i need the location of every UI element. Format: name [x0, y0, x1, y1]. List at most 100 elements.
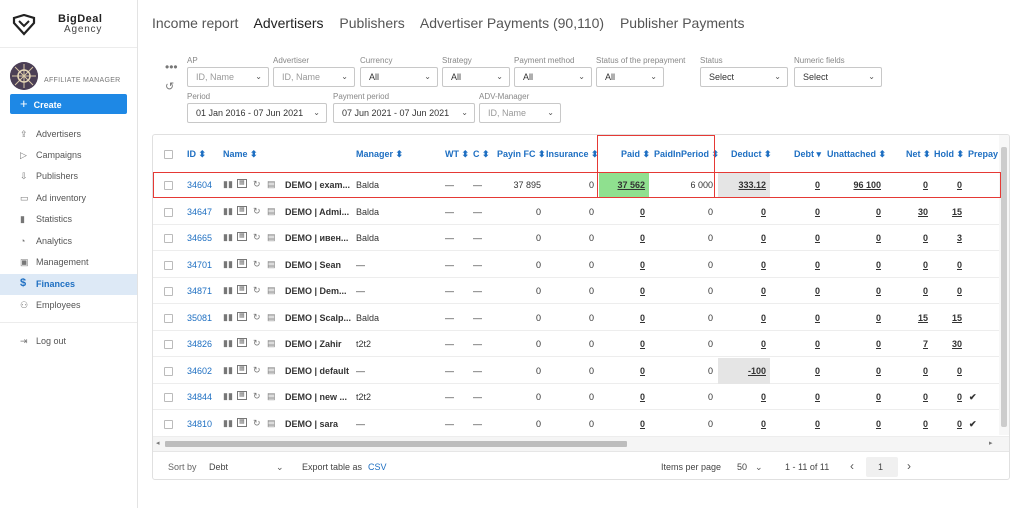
row-paid[interactable]: 37 562: [599, 180, 645, 190]
sidebar-item-statistics[interactable]: ▮ Statistics: [0, 209, 137, 230]
tab-income-report[interactable]: Income report: [152, 15, 238, 31]
row-hold[interactable]: 15: [933, 207, 962, 217]
history-icon[interactable]: ↻: [253, 312, 261, 323]
stats-icon[interactable]: ▮▮: [223, 179, 233, 190]
row-id-link[interactable]: 34602: [187, 366, 212, 376]
grid-icon[interactable]: ▦: [237, 258, 247, 268]
row-hold[interactable]: 3: [933, 233, 962, 243]
table-row[interactable]: 34826 ▮▮ ▦ ↻ ▤ DEMO | Zahir t2t2— —0 0 0 0 0 0 0 7 30: [153, 331, 1009, 357]
grid-icon[interactable]: ▦: [237, 417, 247, 427]
sidebar-item-advertisers[interactable]: ⇪ Advertisers: [0, 124, 137, 145]
table-row[interactable]: 34871 ▮▮ ▦ ↻ ▤ DEMO | Dem... — — —0 0 0 0 0 0 0 0 0: [153, 278, 1009, 304]
status-select[interactable]: Select ⌄: [700, 67, 788, 87]
ap-select[interactable]: ID, Name ⌄: [187, 67, 269, 87]
row-name[interactable]: DEMO | exam...: [285, 180, 350, 190]
row-unattached[interactable]: 0: [823, 313, 881, 323]
row-checkbox[interactable]: [164, 313, 173, 323]
row-debt[interactable]: 0: [773, 233, 820, 243]
scroll-right-icon[interactable]: ▸: [989, 439, 993, 447]
row-name[interactable]: DEMO | Zahir: [285, 339, 342, 349]
grid-icon[interactable]: ▦: [237, 391, 247, 400]
table-row[interactable]: 34665 ▮▮ ▦ ↻ ▤ DEMO | ивен... Balda — —0 0 0 0 0 0 0 0 3: [153, 225, 1009, 251]
row-net[interactable]: 0: [893, 366, 928, 376]
row-checkbox[interactable]: [164, 366, 173, 376]
table-row[interactable]: 34844 ▮▮ ▦ ↻ ▤ DEMO | new ... t2t2— —0 0 0 0 0 0 0 0 0 ✔: [153, 384, 1009, 410]
row-hold[interactable]: 0: [933, 366, 962, 376]
table-row[interactable]: 34604 ▮▮ ▦ ↻ ▤ DEMO | exam... Balda — — 37 895 0 37…: [153, 172, 1009, 198]
document-icon[interactable]: ▤: [267, 418, 276, 429]
vertical-scrollbar[interactable]: [999, 135, 1009, 435]
row-hold[interactable]: 0: [933, 260, 962, 270]
col-wt[interactable]: WT ⬍: [445, 149, 469, 160]
payment-method-select[interactable]: All ⌄: [514, 67, 592, 87]
grid-icon[interactable]: ▦: [237, 285, 247, 294]
row-paid[interactable]: 0: [599, 260, 645, 270]
prepayment-status-select[interactable]: All ⌄: [596, 67, 664, 87]
stats-icon[interactable]: ▮▮: [223, 418, 233, 429]
row-id-link[interactable]: 34665: [187, 233, 212, 243]
sidebar-item-publishers[interactable]: ⇩ Publishers: [0, 166, 137, 187]
row-paid[interactable]: 0: [599, 313, 645, 323]
row-checkbox[interactable]: [164, 181, 173, 190]
row-unattached[interactable]: 0: [823, 286, 881, 296]
next-page-icon[interactable]: ›: [907, 459, 911, 473]
scroll-left-icon[interactable]: ◂: [156, 439, 160, 447]
grid-icon[interactable]: ▦: [237, 232, 247, 241]
history-icon[interactable]: ↻: [253, 338, 261, 349]
sort-select[interactable]: Debt ⌄: [209, 462, 284, 473]
row-hold[interactable]: 0: [933, 419, 962, 429]
col-name[interactable]: Name ⬍: [223, 149, 258, 160]
col-unattached[interactable]: Unattached ⬍: [827, 149, 886, 160]
history-icon[interactable]: ↻: [253, 418, 261, 429]
brand-logo[interactable]: BigDeal Agency: [12, 10, 132, 42]
row-checkbox[interactable]: [164, 287, 173, 296]
row-id-link[interactable]: 34647: [187, 207, 212, 217]
row-paid[interactable]: 0: [599, 286, 645, 296]
grid-icon[interactable]: ▦: [237, 311, 247, 321]
row-hold[interactable]: 0: [933, 286, 962, 296]
row-id-link[interactable]: 34871: [187, 286, 212, 296]
tab-advertiser-payments[interactable]: Advertiser Payments (90,110): [420, 15, 604, 31]
stats-icon[interactable]: ▮▮: [223, 391, 233, 402]
row-id-link[interactable]: 34810: [187, 419, 212, 429]
row-unattached[interactable]: 0: [823, 260, 881, 270]
document-icon[interactable]: ▤: [267, 312, 276, 323]
row-net[interactable]: 0: [893, 233, 928, 243]
row-name[interactable]: DEMO | Admi...: [285, 207, 349, 217]
stats-icon[interactable]: ▮▮: [223, 206, 233, 217]
row-checkbox[interactable]: [164, 419, 173, 429]
table-row[interactable]: 34647 ▮▮ ▦ ↻ ▤ DEMO | Admi... Balda — —0 0 0 0 0 0 0 30…: [153, 199, 1009, 225]
select-all-checkbox[interactable]: [164, 150, 173, 159]
row-unattached[interactable]: 0: [823, 339, 881, 349]
row-net[interactable]: 7: [893, 339, 928, 349]
row-debt[interactable]: 0: [773, 260, 820, 270]
row-name[interactable]: DEMO | sara: [285, 419, 338, 429]
row-id-link[interactable]: 35081: [187, 313, 212, 323]
stats-icon[interactable]: ▮▮: [223, 232, 233, 243]
row-debt[interactable]: 0: [773, 207, 820, 217]
row-net[interactable]: 0: [893, 286, 928, 296]
col-insurance[interactable]: Insurance ⬍: [546, 149, 599, 160]
row-paid[interactable]: 0: [599, 339, 645, 349]
col-c[interactable]: C ⬍: [473, 149, 490, 160]
row-hold[interactable]: 15: [933, 313, 962, 323]
history-icon[interactable]: ↻: [253, 232, 261, 243]
row-debt[interactable]: 0: [773, 180, 820, 190]
row-net[interactable]: 15: [893, 313, 928, 323]
tab-advertisers[interactable]: Advertisers: [254, 15, 324, 31]
document-icon[interactable]: ▤: [267, 365, 276, 376]
sidebar-item-management[interactable]: ▣ Management: [0, 252, 137, 273]
document-icon[interactable]: ▤: [267, 391, 276, 402]
stats-icon[interactable]: ▮▮: [223, 285, 233, 296]
table-row[interactable]: 34701 ▮▮ ▦ ↻ ▤ DEMO | Sean — — —0 0 0 0 0 0 0 0 0: [153, 252, 1009, 278]
document-icon[interactable]: ▤: [267, 206, 276, 217]
items-per-page-select[interactable]: 50 ⌄: [737, 462, 763, 473]
strategy-select[interactable]: All ⌄: [442, 67, 510, 87]
advertiser-select[interactable]: ID, Name ⌄: [273, 67, 355, 87]
document-icon[interactable]: ▤: [267, 338, 276, 349]
row-name[interactable]: DEMO | Dem...: [285, 286, 347, 296]
col-prepay[interactable]: Prepay: [968, 149, 998, 159]
row-id-link[interactable]: 34844: [187, 392, 212, 402]
prev-page-icon[interactable]: ‹: [850, 459, 854, 473]
table-row[interactable]: 34810 ▮▮ ▦ ↻ ▤ DEMO | sara — — —0 0 0 0 0 0 0 0 0 ✔: [153, 411, 1009, 437]
